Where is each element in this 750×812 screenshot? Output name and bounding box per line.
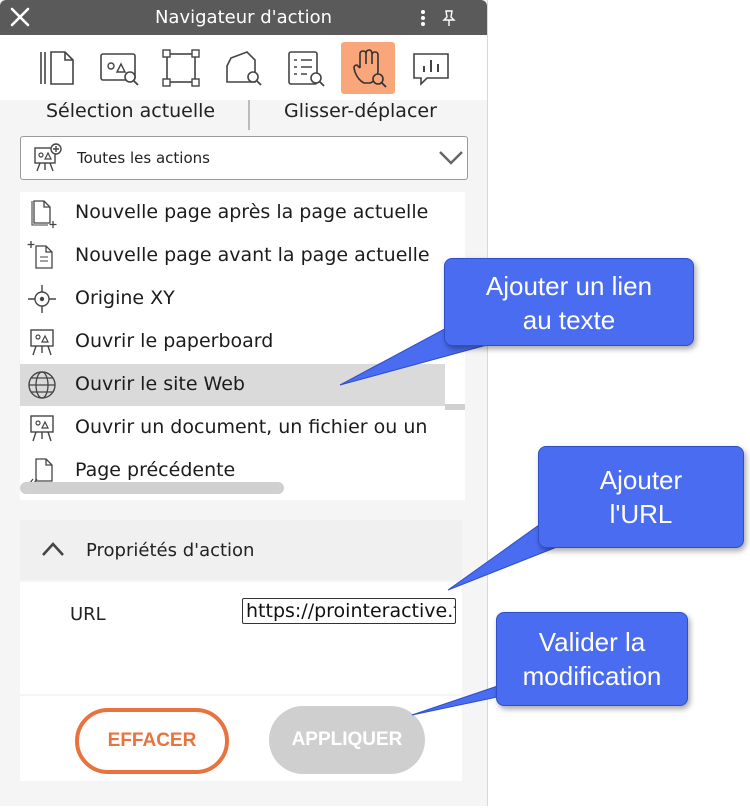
callout-line: modification bbox=[522, 661, 662, 691]
callout-add-link: Ajouter un lien au texte bbox=[444, 258, 694, 346]
pin-icon[interactable] bbox=[440, 8, 458, 28]
list-item[interactable]: Nouvelle page avant la page actuelle bbox=[20, 235, 445, 277]
tab-drag-drop[interactable]: Glisser-déplacer bbox=[284, 100, 437, 132]
list-item[interactable]: Nouvelle page après la page actuelle bbox=[20, 192, 445, 234]
vertical-scrollbar[interactable] bbox=[445, 404, 465, 410]
tab-bar: Sélection actuelle Glisser-déplacer bbox=[20, 100, 465, 132]
list-item-selected[interactable]: Ouvrir le site Web bbox=[20, 364, 445, 406]
list-search-icon bbox=[288, 51, 325, 87]
selection-rect-icon bbox=[162, 49, 200, 87]
callout-line: Ajouter bbox=[599, 465, 683, 495]
tool-chart-comment[interactable] bbox=[404, 42, 458, 94]
dropdown-selected-value: Toutes les actions bbox=[77, 149, 210, 167]
tab-divider bbox=[248, 100, 250, 130]
action-navigator-panel: Navigateur d'action Sélection actuelle G… bbox=[0, 0, 488, 806]
clear-button[interactable]: EFFACER bbox=[75, 708, 229, 774]
callout-validate: Valider la modification bbox=[496, 612, 688, 706]
flipchart-icon bbox=[30, 329, 54, 356]
properties-title: Propriétés d'action bbox=[86, 540, 255, 561]
globe-icon bbox=[28, 371, 56, 399]
action-label: Ouvrir le site Web bbox=[75, 373, 245, 395]
apply-button[interactable]: APPLIQUER bbox=[269, 706, 425, 774]
list-item[interactable]: Ouvrir un document, un fichier ou un bbox=[20, 407, 445, 449]
tool-selection[interactable] bbox=[154, 42, 208, 94]
tool-pages[interactable] bbox=[30, 42, 84, 94]
chart-comment-icon bbox=[413, 53, 449, 86]
button-bar: EFFACER APPLIQUER bbox=[20, 696, 462, 781]
tool-image-search[interactable] bbox=[92, 42, 146, 94]
callout-line: au texte bbox=[522, 305, 616, 335]
tab-current-selection[interactable]: Sélection actuelle bbox=[46, 100, 215, 132]
flipchart-add-icon bbox=[34, 143, 62, 172]
title-bar: Navigateur d'action bbox=[0, 0, 487, 35]
more-options-icon[interactable] bbox=[420, 9, 426, 27]
callout-line: Valider la bbox=[538, 627, 646, 657]
page-after-icon bbox=[31, 200, 57, 228]
url-label: URL bbox=[70, 604, 106, 625]
callout-add-url: Ajouter l'URL bbox=[538, 446, 744, 548]
tool-drag-drop[interactable] bbox=[341, 42, 395, 94]
tool-list-search[interactable] bbox=[278, 42, 332, 94]
tool-shape-search[interactable] bbox=[216, 42, 270, 94]
actions-filter-dropdown[interactable]: Toutes les actions bbox=[20, 136, 468, 180]
action-properties-body: URL https://prointeractive.f bbox=[20, 582, 462, 694]
action-label: Ouvrir un document, un fichier ou un bbox=[75, 416, 428, 438]
crosshair-icon bbox=[28, 285, 56, 313]
action-label: Origine XY bbox=[75, 287, 175, 309]
action-properties-header[interactable]: Propriétés d'action bbox=[20, 520, 462, 580]
url-input[interactable]: https://prointeractive.f bbox=[242, 598, 456, 624]
chevron-up-icon[interactable] bbox=[40, 540, 66, 558]
action-label: Nouvelle page après la page actuelle bbox=[75, 201, 429, 223]
shape-search-icon bbox=[226, 51, 262, 86]
window-title: Navigateur d'action bbox=[154, 7, 333, 28]
toolbar bbox=[0, 35, 487, 100]
horizontal-scrollbar[interactable] bbox=[20, 482, 284, 494]
page-before-icon bbox=[27, 241, 53, 269]
actions-list: Nouvelle page après la page actuelle Nou… bbox=[20, 192, 465, 500]
chevron-down-icon[interactable] bbox=[437, 147, 465, 167]
image-search-icon bbox=[100, 53, 139, 86]
page-icon bbox=[40, 51, 74, 85]
callout-line: Ajouter un lien bbox=[485, 271, 653, 301]
flipchart-icon bbox=[30, 415, 54, 442]
list-item[interactable]: Origine XY bbox=[20, 278, 445, 320]
action-label: Page précédente bbox=[75, 459, 236, 481]
drag-drop-hand-icon bbox=[353, 49, 387, 88]
action-label: Ouvrir le paperboard bbox=[75, 330, 274, 352]
action-label: Nouvelle page avant la page actuelle bbox=[75, 244, 430, 266]
callout-line: l'URL bbox=[609, 499, 673, 529]
list-item[interactable]: Ouvrir le paperboard bbox=[20, 321, 445, 363]
